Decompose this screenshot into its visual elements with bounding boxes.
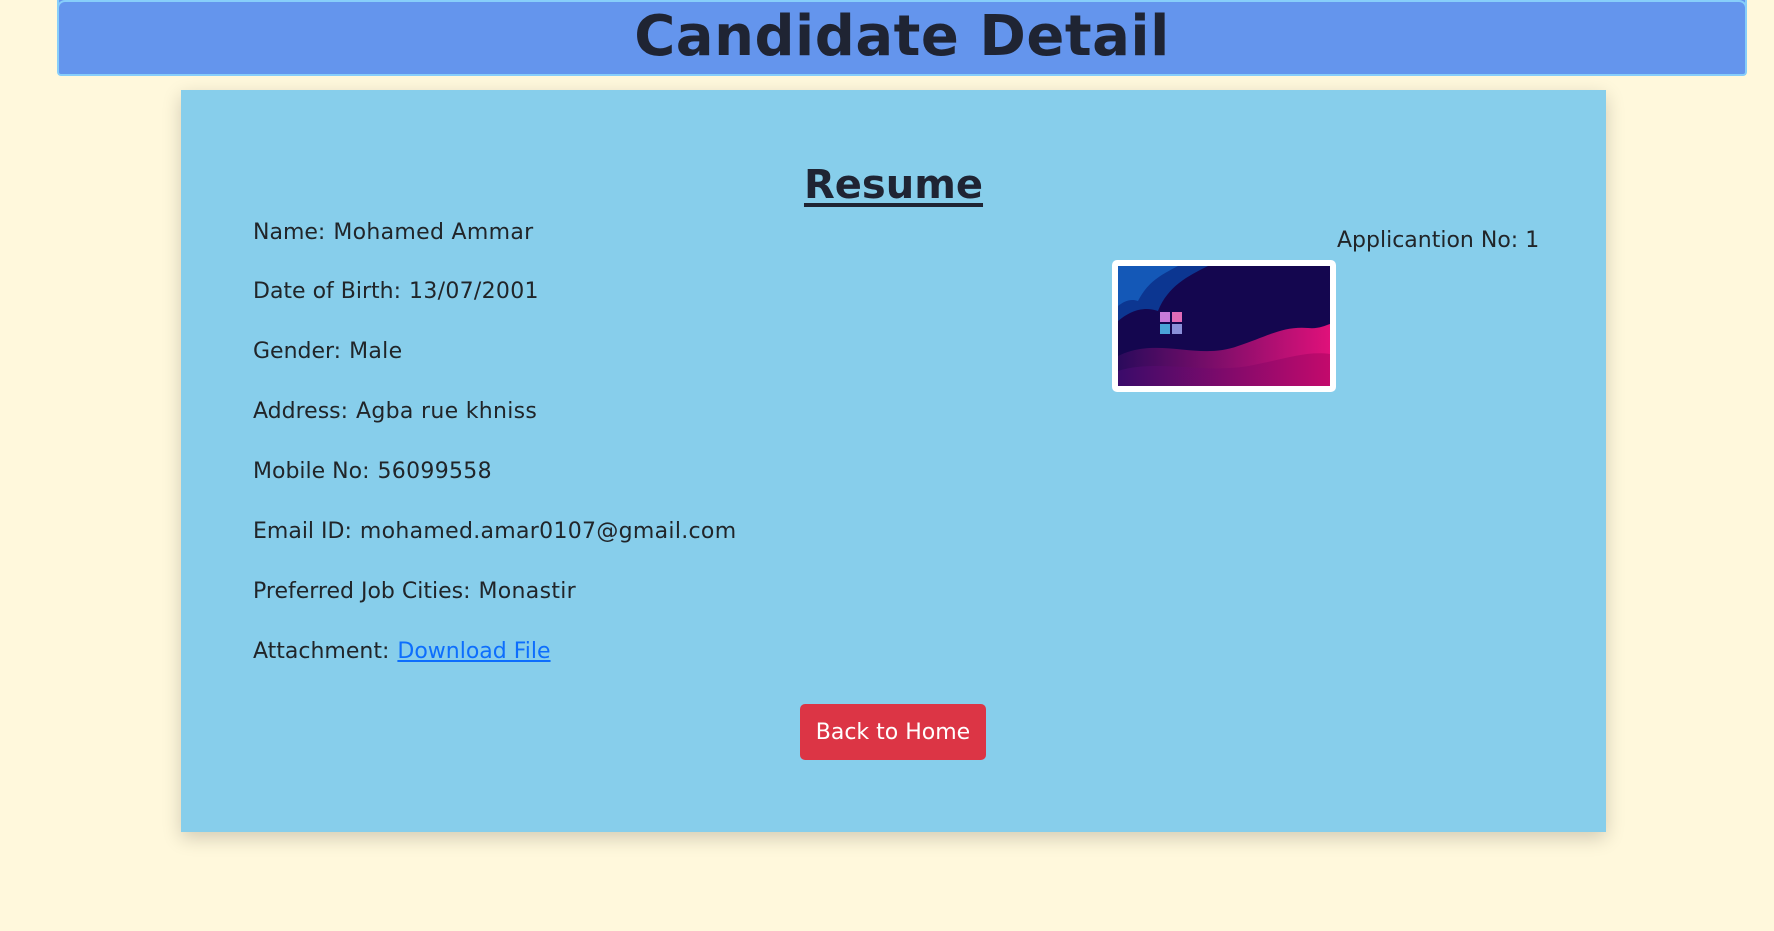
page-header: Candidate Detail <box>57 0 1747 76</box>
name-row: Name: Mohamed Ammar <box>253 220 533 245</box>
windows-logo-wallpaper-icon <box>1118 266 1330 386</box>
candidate-photo <box>1112 260 1336 392</box>
email-row: Email ID: mohamed.amar0107@gmail.com <box>253 519 736 544</box>
email-label: Email ID: <box>253 519 352 544</box>
application-number: Applicantion No: 1 <box>1337 228 1539 253</box>
mobile-label: Mobile No: <box>253 459 370 484</box>
attachment-label: Attachment: <box>253 639 390 664</box>
email-value: mohamed.amar0107@gmail.com <box>359 519 737 544</box>
application-label: Applicantion No: <box>1337 228 1519 253</box>
cities-label: Preferred Job Cities: <box>253 579 471 604</box>
address-value: Agba rue khniss <box>356 399 538 424</box>
mobile-value: 56099558 <box>377 459 492 484</box>
name-label: Name: <box>253 220 326 245</box>
dob-value: 13/07/2001 <box>409 279 539 304</box>
back-to-home-button[interactable]: Back to Home <box>800 704 986 760</box>
dob-label: Date of Birth: <box>253 279 402 304</box>
dob-row: Date of Birth: 13/07/2001 <box>253 279 539 304</box>
name-value: Mohamed Ammar <box>333 220 534 245</box>
cities-value: Monastir <box>478 579 577 604</box>
download-file-link[interactable]: Download File <box>397 639 550 664</box>
cities-row: Preferred Job Cities: Monastir <box>253 579 576 604</box>
address-label: Address: <box>253 399 349 424</box>
attachment-row: Attachment: Download File <box>253 639 551 664</box>
gender-value: Male <box>349 339 403 364</box>
gender-label: Gender: <box>253 339 342 364</box>
application-value: 1 <box>1525 228 1540 253</box>
resume-title: Resume <box>803 162 984 208</box>
address-row: Address: Agba rue khniss <box>253 399 537 424</box>
resume-card: Resume Name: Mohamed Ammar Date of Birth… <box>181 90 1606 832</box>
page-title: Candidate Detail <box>634 4 1170 69</box>
gender-row: Gender: Male <box>253 339 402 364</box>
mobile-row: Mobile No: 56099558 <box>253 459 492 484</box>
